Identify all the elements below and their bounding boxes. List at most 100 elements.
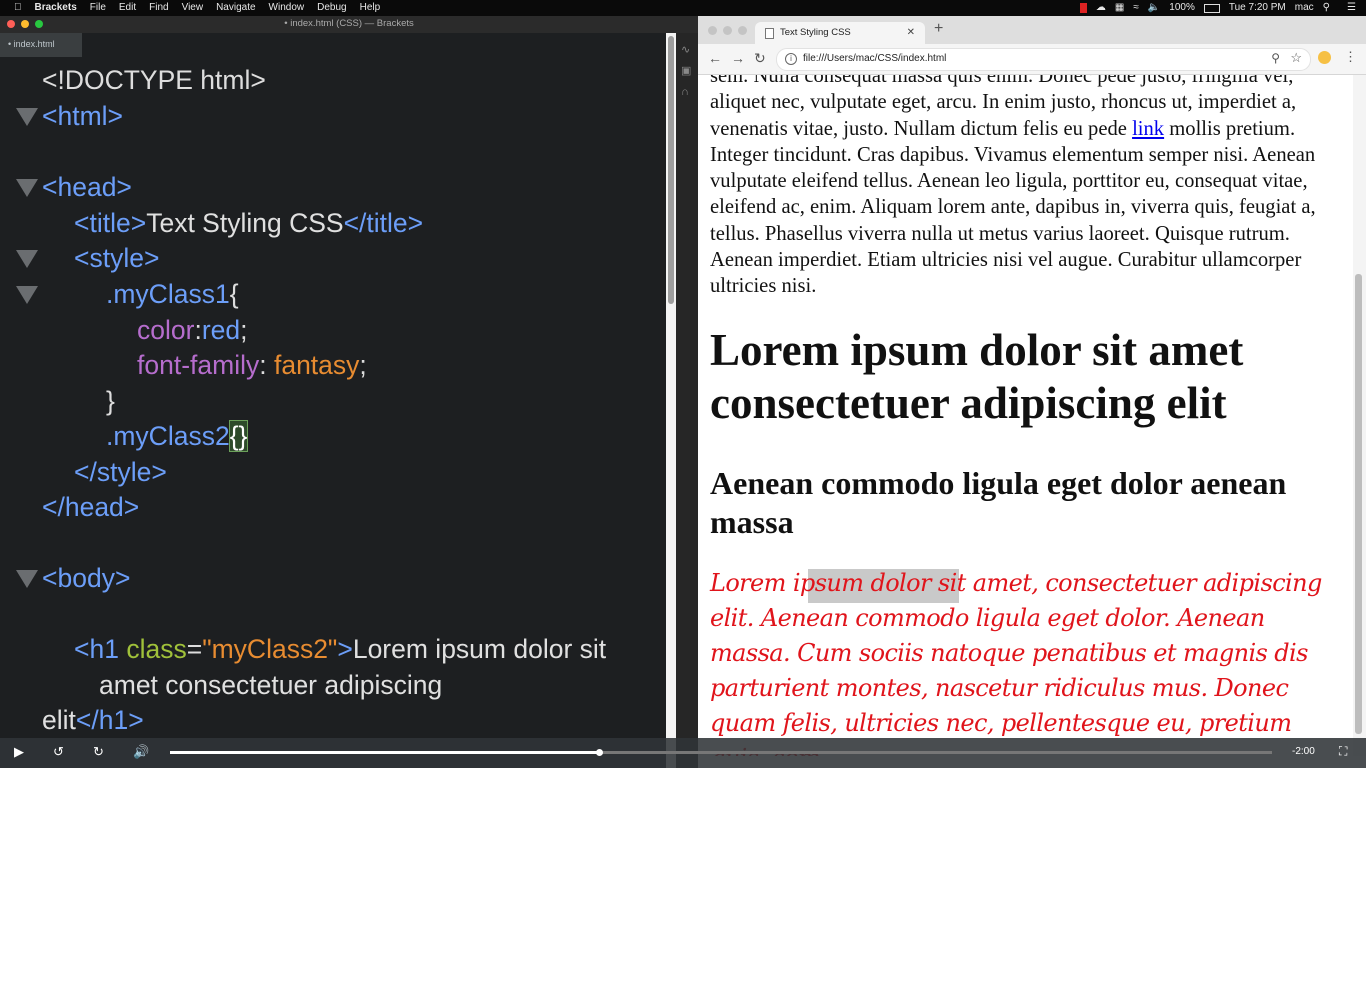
back-icon[interactable]: ← (708, 50, 722, 66)
code-line-body: <body> (42, 561, 130, 595)
forward-icon[interactable]: → (731, 50, 745, 66)
minimize-window-button[interactable] (21, 20, 29, 28)
editor-scrollbar-thumb[interactable] (668, 36, 674, 304)
extension-icon[interactable] (1318, 51, 1331, 64)
zoom-window-button[interactable] (35, 20, 43, 28)
fold-arrow-icon[interactable] (16, 179, 38, 197)
brackets-toolbar: ∿ ▣ ∩ (676, 33, 698, 768)
forward-skip-icon[interactable]: ↻ (93, 744, 104, 760)
tag-token: <body> (42, 563, 131, 593)
fold-arrow-icon[interactable] (16, 250, 38, 268)
page-heading-h1: Lorem ipsum dolor sit amet consectetuer … (710, 325, 1244, 428)
browser-tab[interactable]: Text Styling CSS ✕ (755, 22, 925, 44)
menu-edit[interactable]: Edit (119, 0, 136, 16)
cloud-icon[interactable]: ☁ (1096, 0, 1106, 16)
paragraph: sem. Nulla consequat massa quis enim. Do… (710, 75, 1342, 300)
menu-navigate[interactable]: Navigate (216, 0, 255, 16)
zoom-window-button[interactable] (738, 26, 747, 35)
tag-token: </style> (74, 457, 167, 487)
page-link[interactable]: link (1132, 118, 1164, 140)
text-token: elit (42, 705, 76, 735)
tag-token: </h1> (75, 705, 144, 735)
colon-token: : (259, 350, 274, 380)
menu-find[interactable]: Find (149, 0, 168, 16)
menu-brackets[interactable]: Brackets (35, 0, 77, 16)
chrome-tabbar: Text Styling CSS ✕ + (698, 16, 1366, 44)
tag-token: </title> (343, 208, 424, 238)
chrome-menu-icon[interactable]: ⋮ (1344, 49, 1357, 65)
code-editor[interactable]: <!DOCTYPE html> <html> <head> <title>Tex… (0, 57, 666, 757)
volume-icon[interactable]: 🔊 (133, 744, 149, 760)
rewind-icon[interactable]: ↺ (53, 744, 64, 760)
code-line-h1: <h1 class="myClass2">Lorem ipsum dolor s… (74, 632, 606, 666)
brackets-window: • index.html (CSS) — Brackets • index.ht… (0, 16, 698, 768)
working-file-label: index.html (13, 39, 55, 49)
battery-label[interactable]: 100% (1169, 0, 1195, 16)
apple-icon[interactable]:  (14, 0, 22, 16)
fold-arrow-icon[interactable] (16, 286, 38, 304)
code-line-style: <style> (74, 241, 159, 275)
code-line-myclass2: .myClass2{} (106, 419, 249, 453)
chrome-toolbar: ← → ↻ i file:///Users/mac/CSS/index.html… (698, 44, 1366, 75)
info-icon[interactable]: i (785, 53, 797, 65)
window-title: • index.html (CSS) — Brackets (284, 18, 414, 29)
matched-brace-token: {} (228, 420, 249, 452)
value-token: fantasy (273, 350, 360, 380)
close-window-button[interactable] (7, 20, 15, 28)
close-tab-icon[interactable]: ✕ (907, 22, 915, 44)
volume-icon[interactable]: 🔈 (1148, 0, 1160, 16)
code-line-font-family: font-family: fantasy; (137, 348, 367, 382)
fold-arrow-icon[interactable] (16, 108, 38, 126)
close-window-button[interactable] (708, 26, 717, 35)
text-token: amet consectetuer adipiscing (99, 670, 443, 700)
value-token: red (201, 315, 241, 345)
tag-token: > (337, 634, 353, 664)
menu-help[interactable]: Help (360, 0, 381, 16)
new-tab-button[interactable]: + (934, 20, 943, 38)
progress-played (170, 751, 600, 754)
brackets-titlebar: • index.html (CSS) — Brackets (0, 16, 698, 33)
progress-handle[interactable] (596, 749, 603, 756)
text-token: Lorem ipsum dolor sit (352, 634, 607, 664)
working-files: • index.html (0, 33, 82, 57)
menu-window[interactable]: Window (269, 0, 305, 16)
extract-icon[interactable]: ∩ (681, 86, 689, 98)
menu-file[interactable]: File (90, 0, 106, 16)
selector-token: .myClass1 (106, 279, 230, 309)
reload-icon[interactable]: ↻ (754, 50, 766, 67)
paragraph-text: mollis pretium. Integer tincidunt. Cras … (710, 117, 1316, 298)
brace-token: } (106, 386, 115, 416)
live-preview-icon[interactable]: ∿ (681, 43, 690, 56)
document-icon (765, 28, 774, 39)
tag-token: <style> (74, 243, 160, 273)
mac-menubar:  Brackets File Edit Find View Navigate … (0, 0, 1366, 16)
dropbox-icon[interactable]: ▦ (1115, 0, 1124, 16)
bookmark-star-icon[interactable]: ☆ (1290, 50, 1302, 66)
wifi-icon[interactable]: ≈ (1133, 0, 1139, 16)
fold-arrow-icon[interactable] (16, 570, 38, 588)
working-file-index[interactable]: • index.html (8, 39, 55, 49)
editor-header (82, 33, 666, 57)
fullscreen-icon[interactable]: ⛶ (1339, 744, 1347, 759)
notification-center-icon[interactable]: ☰ (1347, 0, 1356, 16)
selector-token: .myClass2 (106, 421, 230, 451)
clock[interactable]: Tue 7:20 PM (1229, 0, 1286, 16)
spotlight-icon[interactable]: ⚲ (1323, 0, 1330, 16)
page-scrollbar-thumb[interactable] (1355, 274, 1362, 734)
menu-view[interactable]: View (182, 0, 204, 16)
extension-manager-icon[interactable]: ▣ (681, 64, 691, 77)
fantasy-paragraph: Lorem ipsum dolor sit amet, consectetuer… (710, 569, 1322, 756)
web-page: sem. Nulla consequat massa quis enim. Do… (698, 75, 1353, 756)
battery-icon[interactable] (1203, 3, 1220, 13)
minimize-window-button[interactable] (723, 26, 732, 35)
text-token: Text Styling CSS (146, 208, 344, 238)
record-icon[interactable] (1079, 3, 1087, 13)
user-name[interactable]: mac (1295, 0, 1314, 16)
zoom-icon[interactable]: ⚲ (1271, 51, 1280, 65)
code-line-color: color:red; (137, 313, 248, 347)
menu-debug[interactable]: Debug (317, 0, 346, 16)
play-icon[interactable]: ▶ (14, 744, 24, 760)
tab-title: Text Styling CSS (780, 27, 851, 38)
code-line-html: <html> (42, 99, 123, 133)
address-bar[interactable]: i file:///Users/mac/CSS/index.html ⚲ ☆ (776, 48, 1311, 71)
